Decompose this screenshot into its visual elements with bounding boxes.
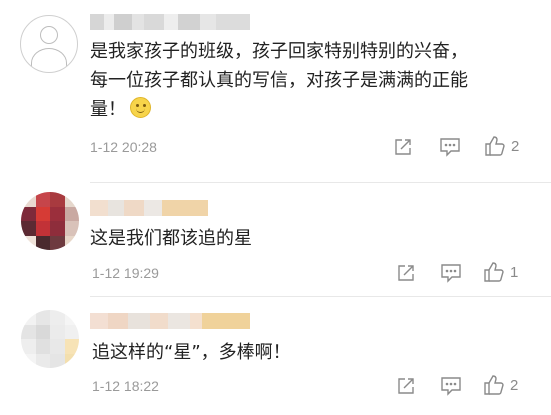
avatar-head-shape (40, 26, 58, 44)
username-redacted[interactable] (90, 313, 250, 329)
avatar[interactable] (21, 310, 79, 368)
like-icon (484, 262, 504, 282)
comment-time: 1-12 19:29 (92, 265, 159, 281)
like-icon (484, 375, 504, 395)
like-button[interactable]: 1 (483, 261, 518, 283)
comment-icon (441, 264, 461, 283)
like-count: 2 (510, 376, 519, 394)
share-icon (398, 265, 414, 281)
smile-emoji-icon (130, 97, 151, 118)
comment-item: 是我家孩子的班级，孩子回家特别特别的兴奋， 每一位孩子都认真的写信，对孩子是满满… (0, 0, 551, 178)
like-count: 1 (510, 263, 519, 281)
like-count: 2 (511, 137, 520, 155)
share-icon (395, 139, 411, 155)
comment-text: 是我家孩子的班级，孩子回家特别特别的兴奋， 每一位孩子都认真的写信，对孩子是满满… (90, 37, 468, 124)
avatar-body-shape (31, 48, 67, 72)
comment-text-line: 量！ (90, 95, 468, 124)
comment-icon (441, 377, 461, 396)
comment-text: 这是我们都该追的星 (90, 224, 252, 253)
comment-time: 1-12 20:28 (90, 139, 157, 155)
comment-item: 这是我们都该追的星 1-12 19:29 1 (0, 178, 551, 296)
comment-text-line: 这是我们都该追的星 (90, 228, 252, 249)
comment-button[interactable] (439, 136, 461, 158)
comment-time: 1-12 18:22 (92, 378, 159, 394)
share-button[interactable] (396, 375, 416, 397)
comment-button[interactable] (440, 262, 462, 284)
like-icon (485, 136, 505, 156)
comment-text-line: 每一位孩子都认真的写信，对孩子是满满的正能 (90, 70, 468, 91)
like-button[interactable]: 2 (483, 374, 518, 396)
avatar[interactable] (20, 15, 78, 73)
share-button[interactable] (396, 262, 416, 284)
comment-item: 追这样的“星”，多棒啊！ 1-12 18:22 2 (0, 296, 551, 415)
comment-icon (440, 138, 460, 157)
comment-text-line: 是我家孩子的班级，孩子回家特别特别的兴奋， (90, 41, 468, 62)
avatar[interactable] (21, 192, 79, 250)
share-icon (398, 378, 414, 394)
like-button[interactable]: 2 (484, 135, 519, 157)
comment-text: 追这样的“星”，多棒啊！ (92, 338, 291, 367)
username-redacted[interactable] (90, 200, 208, 216)
comment-text-line: 追这样的“星”，多棒啊！ (92, 342, 291, 363)
comment-button[interactable] (440, 375, 462, 397)
share-button[interactable] (393, 136, 413, 158)
username-redacted[interactable] (90, 14, 250, 30)
